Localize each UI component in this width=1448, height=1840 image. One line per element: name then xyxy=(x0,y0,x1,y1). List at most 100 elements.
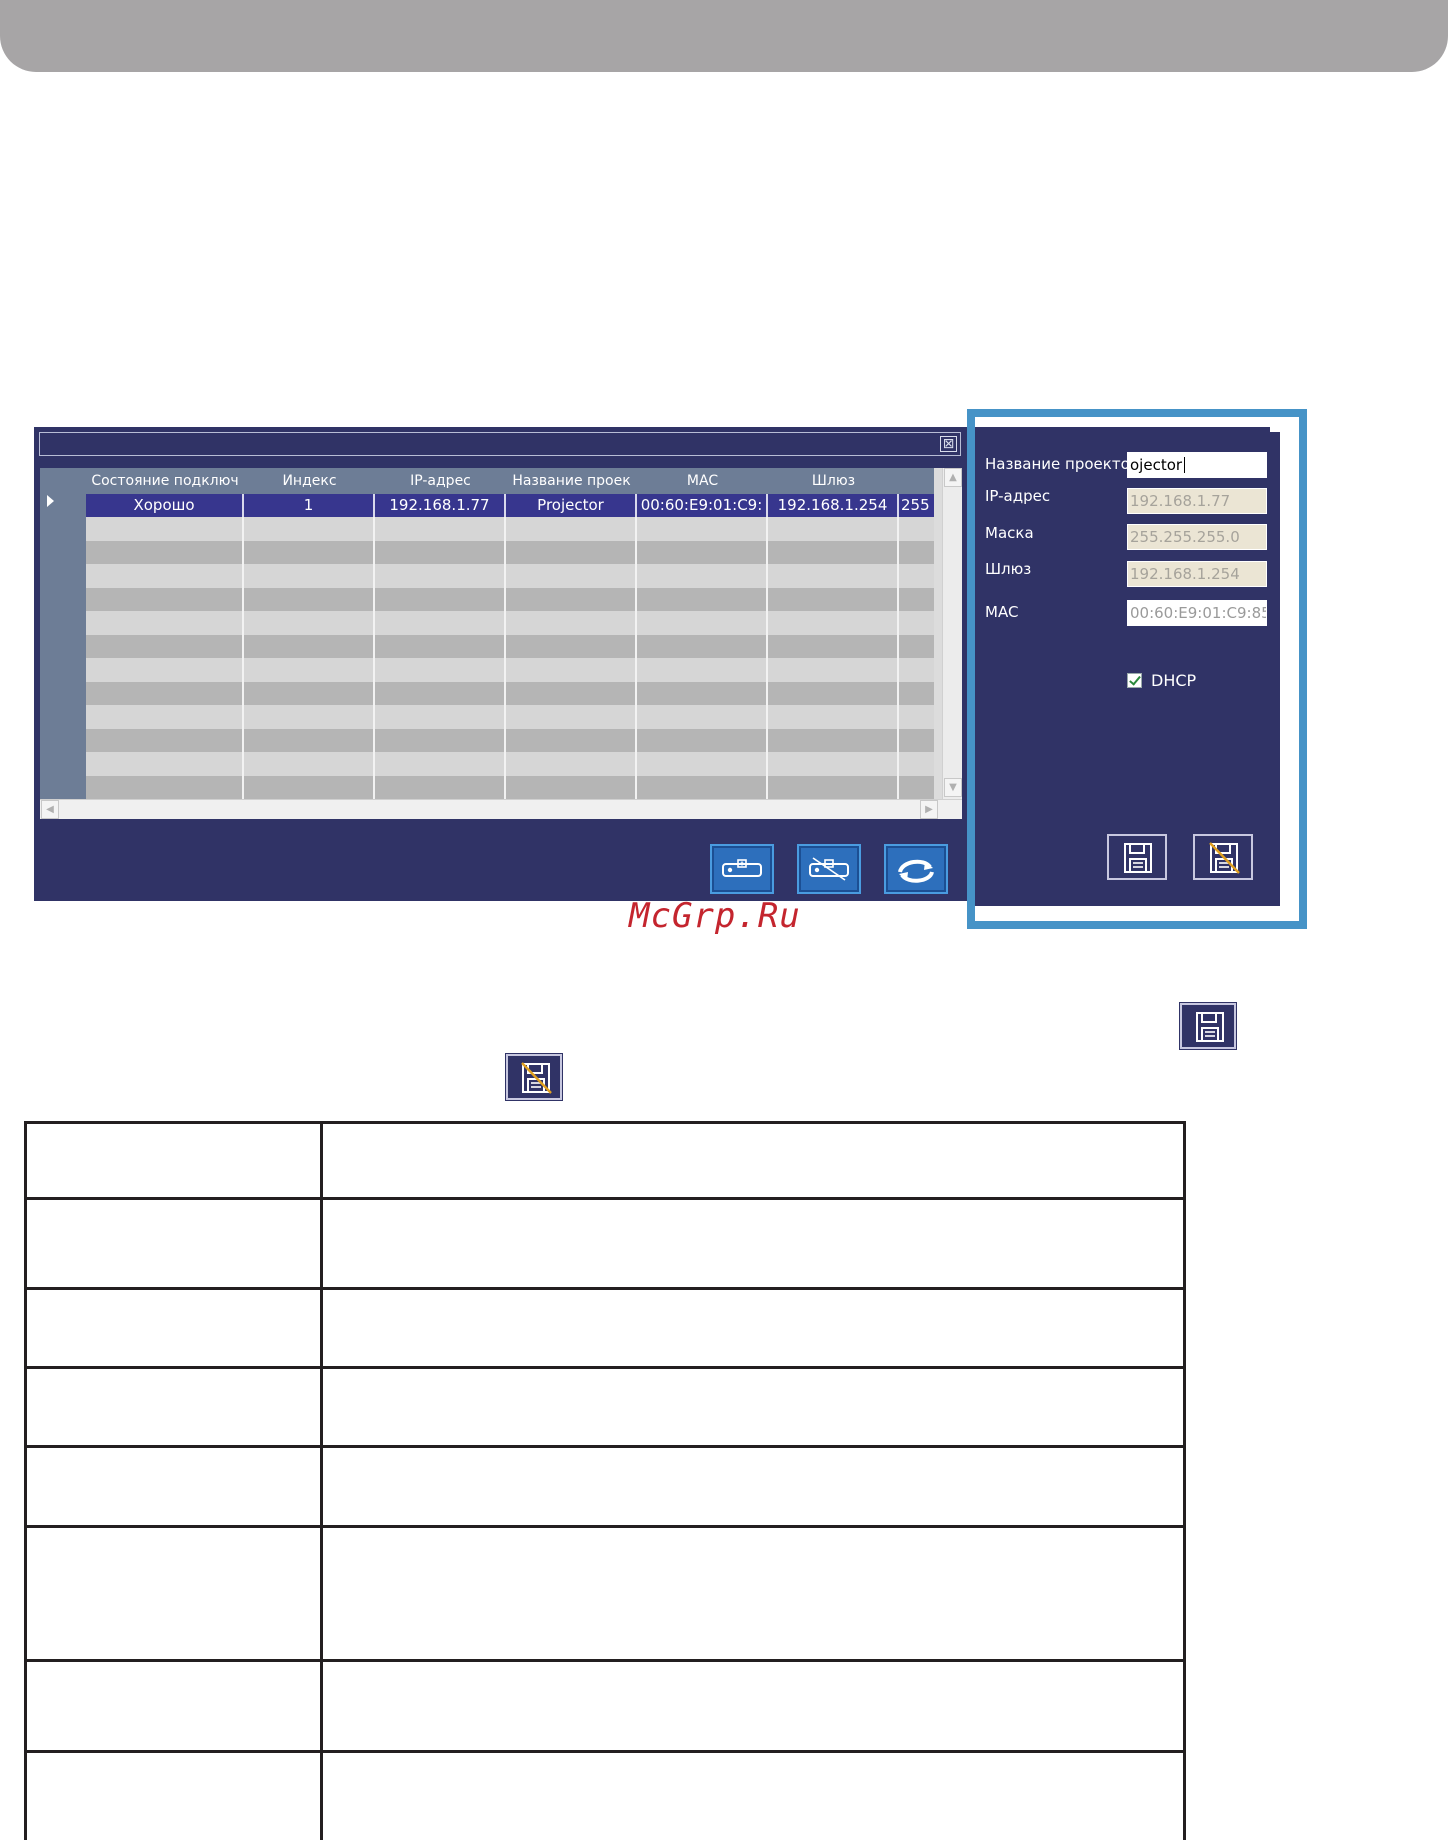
table-cell xyxy=(86,728,244,752)
table-cell xyxy=(768,705,899,729)
scroll-down-icon[interactable]: ▼ xyxy=(944,778,962,797)
mac-field[interactable]: 00:60:E9:01:C9:85 xyxy=(1127,600,1267,626)
table-cell xyxy=(375,752,506,776)
column-header-name[interactable]: Название проек xyxy=(506,468,637,494)
table-cell xyxy=(375,775,506,799)
table-cell xyxy=(375,658,506,682)
table-cell xyxy=(637,517,768,541)
ip-field[interactable]: 192.168.1.77 xyxy=(1127,488,1267,514)
table-cell xyxy=(899,611,939,635)
settings-panel-body: Название проектора ojector IP-адрес 192.… xyxy=(975,432,1280,906)
table-row[interactable] xyxy=(86,728,934,752)
table-row[interactable] xyxy=(86,775,934,799)
table-row xyxy=(27,1197,1183,1287)
text-cursor xyxy=(1184,457,1186,473)
table-cell xyxy=(506,611,637,635)
table-cell xyxy=(637,775,768,799)
gateway-field[interactable]: 192.168.1.254 xyxy=(1127,561,1267,587)
inline-save-icon-box xyxy=(1179,1002,1237,1050)
dhcp-label: DHCP xyxy=(1151,671,1197,690)
cell-mask: 255 xyxy=(901,496,930,514)
table-cell xyxy=(86,775,244,799)
table-row[interactable] xyxy=(86,517,934,541)
table-cell xyxy=(768,775,899,799)
table-cell xyxy=(637,658,768,682)
table-cell xyxy=(86,517,244,541)
table-row[interactable] xyxy=(86,634,934,658)
scroll-up-icon[interactable]: ▲ xyxy=(944,468,962,487)
table-row[interactable]: Хорошо 1 192.168.1.77 Projector 00:60:E9… xyxy=(86,494,934,517)
table-cell xyxy=(86,658,244,682)
mac-label: MAC xyxy=(985,603,1019,621)
table-cell xyxy=(86,752,244,776)
table-cell xyxy=(244,517,375,541)
column-header-mac[interactable]: MAC xyxy=(637,468,768,494)
close-icon[interactable]: ⊠ xyxy=(940,436,957,452)
table-row[interactable] xyxy=(86,564,934,588)
table-cell xyxy=(637,634,768,658)
table-cell xyxy=(637,587,768,611)
table-row xyxy=(27,1750,1183,1840)
cancel-save-button[interactable] xyxy=(1193,834,1253,880)
table-cell xyxy=(86,587,244,611)
table-row xyxy=(27,1659,1183,1750)
refresh-button[interactable] xyxy=(884,844,948,894)
table-cell xyxy=(637,705,768,729)
horizontal-scrollbar[interactable]: ◀ ▶ xyxy=(40,799,962,819)
table-cell xyxy=(86,611,244,635)
table-cell xyxy=(86,681,244,705)
table-row[interactable] xyxy=(86,752,934,776)
column-header-index[interactable]: Индекс xyxy=(244,468,375,494)
table-cell xyxy=(375,705,506,729)
column-header-ip[interactable]: IP-адрес xyxy=(375,468,506,494)
table-cell xyxy=(899,729,939,753)
save-button[interactable] xyxy=(1107,834,1167,880)
table-row[interactable] xyxy=(86,705,934,729)
table-cell xyxy=(899,658,939,682)
projector-name-field[interactable]: ojector xyxy=(1127,452,1267,478)
column-header-gateway[interactable]: Шлюз xyxy=(768,468,899,494)
projector-name-value: ojector xyxy=(1130,456,1183,474)
scroll-left-icon[interactable]: ◀ xyxy=(41,800,59,819)
table-cell xyxy=(244,681,375,705)
mask-field[interactable]: 255.255.255.0 xyxy=(1127,524,1267,550)
table-cell xyxy=(506,775,637,799)
table-cell xyxy=(375,540,506,564)
table-row xyxy=(27,1124,1183,1197)
table-row[interactable] xyxy=(86,611,934,635)
projector-name-label: Название проектора xyxy=(985,455,1149,473)
table-cell xyxy=(506,540,637,564)
table-cell xyxy=(506,681,637,705)
description-table xyxy=(24,1121,1186,1840)
table-cell xyxy=(768,634,899,658)
table-row[interactable] xyxy=(86,681,934,705)
inline-cancel-save-icon-box xyxy=(505,1053,563,1101)
mask-label: Маска xyxy=(985,524,1034,542)
table-cell xyxy=(637,564,768,588)
disconnect-projector-button[interactable] xyxy=(797,844,861,894)
table-cell xyxy=(244,728,375,752)
table-cell xyxy=(899,705,939,729)
cell-index: 1 xyxy=(244,494,375,517)
table-cell xyxy=(506,752,637,776)
table-cell xyxy=(506,564,637,588)
table-cell xyxy=(244,705,375,729)
table-cell xyxy=(375,611,506,635)
table-row[interactable] xyxy=(86,587,934,611)
connect-projector-button[interactable] xyxy=(710,844,774,894)
dhcp-checkbox[interactable] xyxy=(1127,673,1142,688)
table-cell xyxy=(375,564,506,588)
table-cell xyxy=(506,705,637,729)
table-row[interactable] xyxy=(86,658,934,682)
projector-grid: Состояние подключ Индекс IP-адрес Назван… xyxy=(40,468,962,819)
scroll-right-icon[interactable]: ▶ xyxy=(920,800,938,819)
column-header-status[interactable]: Состояние подключ xyxy=(86,468,244,494)
header-bar xyxy=(0,0,1448,72)
table-row[interactable] xyxy=(86,540,934,564)
empty-rows xyxy=(86,517,934,799)
table-cell xyxy=(768,752,899,776)
save-icon xyxy=(1124,843,1152,873)
vertical-scrollbar[interactable]: ▲ ▼ xyxy=(942,468,962,799)
table-cell xyxy=(637,752,768,776)
table-column-divider xyxy=(320,1124,323,1840)
